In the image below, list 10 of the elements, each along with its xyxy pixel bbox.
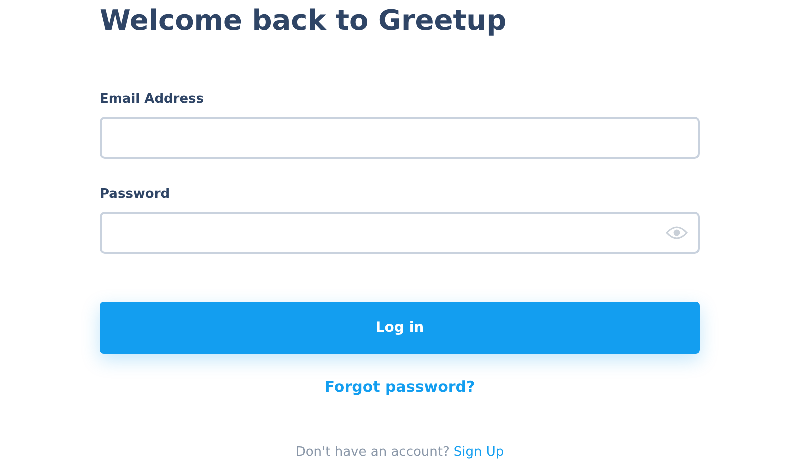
email-field[interactable]	[100, 117, 700, 159]
forgot-password-link[interactable]: Forgot password?	[324, 378, 476, 396]
field-label: Email Address	[100, 92, 204, 107]
field-label: Password	[100, 187, 170, 202]
signup-link[interactable]: Sign Up	[454, 445, 504, 460]
eye-icon[interactable]	[666, 226, 688, 240]
login-button[interactable]: Log in	[100, 302, 700, 354]
page-title: Welcome back to Greetup	[100, 3, 507, 39]
password-field[interactable]	[100, 212, 700, 254]
signup-prompt: Don't have an account?	[296, 445, 450, 460]
